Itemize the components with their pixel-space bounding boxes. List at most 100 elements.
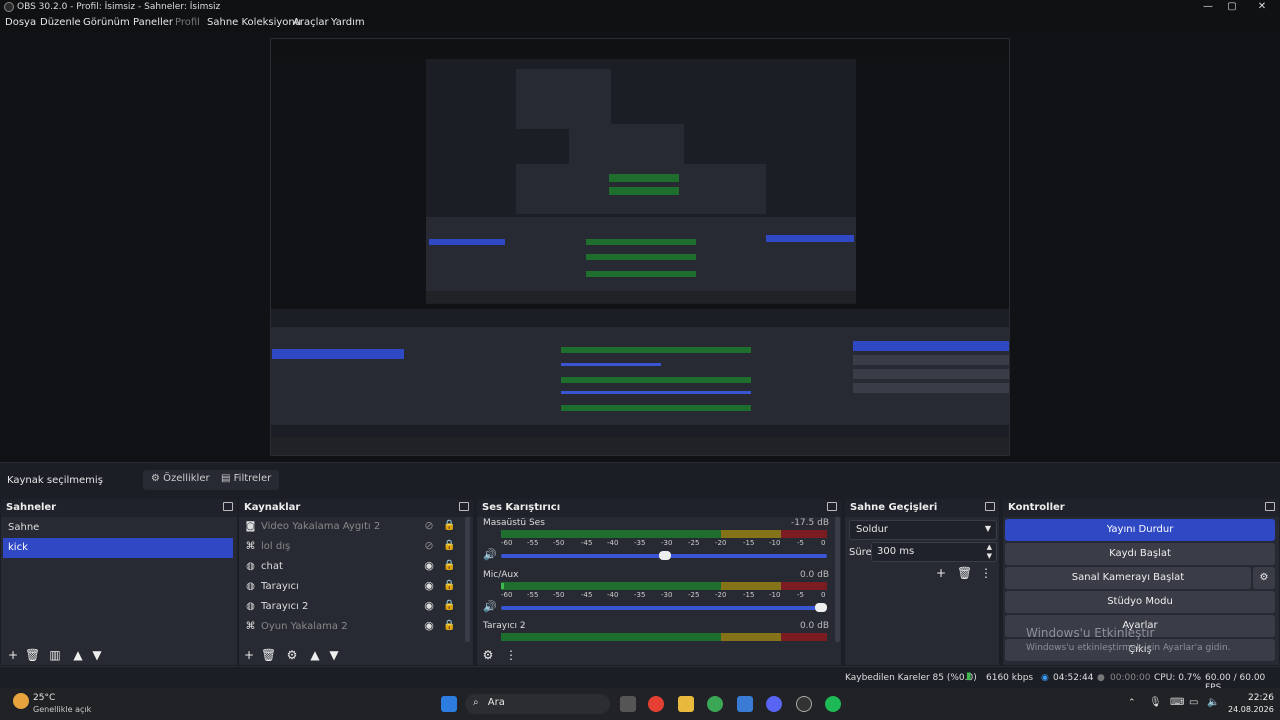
stepper-icon[interactable]: ▲ ▼ [987, 543, 992, 561]
globe-icon: ◍ [246, 561, 255, 572]
volume-slider[interactable] [501, 551, 827, 560]
preview-feedback-image [270, 38, 1010, 456]
eye-icon[interactable]: ◉ [423, 560, 435, 572]
mixer-scrollbar[interactable] [835, 517, 840, 642]
windows-start-icon[interactable] [441, 696, 457, 712]
source-item[interactable]: ⌘ lol dış ⊘ 🔒 [241, 537, 463, 557]
clock-time[interactable]: 22:26 [1248, 693, 1274, 703]
lock-icon[interactable]: 🔒 [443, 540, 455, 552]
gear-icon: ⚙ [151, 473, 160, 484]
eye-icon[interactable]: ◉ [423, 620, 435, 632]
scene-filters-icon[interactable]: ▥ [48, 648, 62, 662]
undock-icon[interactable] [459, 502, 469, 511]
keyboard-icon[interactable]: ⌨ [1170, 697, 1184, 708]
menu-file[interactable]: Dosya [5, 17, 36, 28]
undock-icon[interactable] [223, 502, 233, 511]
menu-scene-collection[interactable]: Sahne Koleksiyonu [207, 17, 301, 28]
virtual-camera-settings-icon[interactable]: ⚙ [1253, 567, 1275, 589]
obs-icon[interactable] [796, 696, 812, 712]
filters-button[interactable]: ▤ Filtreler [213, 470, 280, 490]
dropped-frames: Kaybedilen Kareler 85 (%0.0) [845, 673, 977, 683]
volume-icon[interactable]: 🔈 [1207, 697, 1219, 708]
volume-knob[interactable] [815, 603, 827, 612]
start-recording-button[interactable]: Kaydı Başlat [1005, 543, 1275, 565]
undock-icon[interactable] [827, 502, 837, 511]
tray-chevron-icon[interactable]: ⌃ [1128, 698, 1136, 708]
sources-scrollbar[interactable] [465, 517, 470, 642]
scenes-dock-header: Sahneler [1, 499, 237, 517]
window-title: OBS 30.2.0 - Profil: İsimsiz - Sahneler:… [17, 2, 221, 12]
add-scene-icon[interactable]: + [6, 648, 20, 662]
properties-button[interactable]: ⚙ Özellikler [143, 470, 218, 490]
scene-item-selected[interactable]: kick [3, 538, 233, 558]
weather-desc[interactable]: Genellikle açık [33, 705, 91, 714]
add-source-icon[interactable]: + [242, 648, 256, 662]
lock-icon[interactable]: 🔒 [443, 620, 455, 632]
menu-docks[interactable]: Paneller [133, 17, 173, 28]
source-item[interactable]: ◍ Tarayıcı ◉ 🔒 [241, 577, 463, 597]
channel-name: Tarayıcı 2 [483, 621, 526, 631]
duration-spinbox[interactable]: 300 ms ▲ ▼ [871, 542, 997, 562]
start-virtual-camera-button[interactable]: Sanal Kamerayı Başlat [1005, 567, 1251, 589]
minimize-button[interactable]: — [1196, 0, 1220, 14]
spotify-icon[interactable] [825, 696, 841, 712]
close-button[interactable]: ✕ [1250, 0, 1274, 14]
undock-icon[interactable] [985, 502, 995, 511]
transition-menu-icon[interactable]: ⋮ [979, 566, 993, 580]
studio-mode-button[interactable]: Stüdyo Modu [1005, 591, 1275, 613]
move-down-icon[interactable]: ▼ [90, 648, 104, 662]
move-up-icon[interactable]: ▲ [71, 648, 85, 662]
menu-tools[interactable]: Araçlar [293, 17, 329, 28]
weather-icon[interactable] [13, 693, 29, 709]
undock-icon[interactable] [1265, 502, 1275, 511]
discord-icon[interactable] [766, 696, 782, 712]
source-properties-icon[interactable]: ⚙ [285, 648, 299, 662]
stop-stream-button[interactable]: Yayını Durdur [1005, 519, 1275, 541]
lock-icon[interactable]: 🔒 [443, 560, 455, 572]
eye-hidden-icon[interactable]: ⊘ [423, 520, 435, 532]
eye-hidden-icon[interactable]: ⊘ [423, 540, 435, 552]
lock-icon[interactable]: 🔒 [443, 580, 455, 592]
scene-item[interactable]: Sahne [3, 518, 233, 538]
task-view-icon[interactable] [620, 696, 636, 712]
source-item[interactable]: ◍ Tarayıcı 2 ◉ 🔒 [241, 597, 463, 617]
eye-icon[interactable]: ◉ [423, 600, 435, 612]
search-placeholder: Ara [487, 697, 505, 708]
move-down-icon[interactable]: ▼ [327, 648, 341, 662]
taskbar-search[interactable]: ⌕ Ara [465, 694, 610, 714]
weather-temp[interactable]: 25°C [33, 693, 55, 703]
eye-icon[interactable]: ◉ [423, 580, 435, 592]
remove-source-icon[interactable]: 🗑 [261, 648, 276, 662]
lock-icon[interactable]: 🔒 [443, 600, 455, 612]
mixer-menu-icon[interactable]: ⋮ [504, 648, 518, 662]
add-transition-icon[interactable]: + [934, 566, 948, 580]
clock-date[interactable]: 24.08.2026 [1228, 705, 1274, 714]
volume-knob[interactable] [659, 551, 671, 560]
mic-icon[interactable]: 🎙 [1149, 697, 1162, 708]
app-icon[interactable] [737, 696, 753, 712]
remove-transition-icon[interactable]: 🗑 [957, 566, 972, 580]
source-item[interactable]: ◙ Video Yakalama Aygıtı 2 ⊘ 🔒 [241, 517, 463, 537]
chrome-icon[interactable] [648, 696, 664, 712]
transition-select[interactable]: Soldur ▼ [849, 520, 997, 540]
chrome-profile-icon[interactable] [707, 696, 723, 712]
volume-slider[interactable] [501, 603, 827, 612]
menu-view[interactable]: Görünüm [83, 17, 130, 28]
remove-scene-icon[interactable]: 🗑 [25, 648, 40, 662]
advanced-audio-icon[interactable]: ⚙ [481, 648, 495, 662]
menu-edit[interactable]: Düzenle [40, 17, 81, 28]
speaker-icon[interactable]: 🔊 [483, 548, 497, 561]
network-icon[interactable]: ▭ [1189, 697, 1198, 708]
file-explorer-icon[interactable] [678, 696, 694, 712]
menu-help[interactable]: Yardım [331, 17, 365, 28]
move-up-icon[interactable]: ▲ [308, 648, 322, 662]
volume-meter [501, 530, 827, 538]
maximize-button[interactable]: ▢ [1220, 0, 1244, 14]
lock-icon[interactable]: 🔒 [443, 520, 455, 532]
source-item[interactable]: ◍ chat ◉ 🔒 [241, 557, 463, 577]
source-label: Oyun Yakalama 2 [261, 621, 348, 632]
source-item[interactable]: ⌘ Oyun Yakalama 2 ◉ 🔒 [241, 617, 463, 637]
speaker-icon[interactable]: 🔊 [483, 600, 497, 613]
menu-profile[interactable]: Profil [175, 17, 200, 28]
filters-icon: ▤ [221, 473, 231, 484]
